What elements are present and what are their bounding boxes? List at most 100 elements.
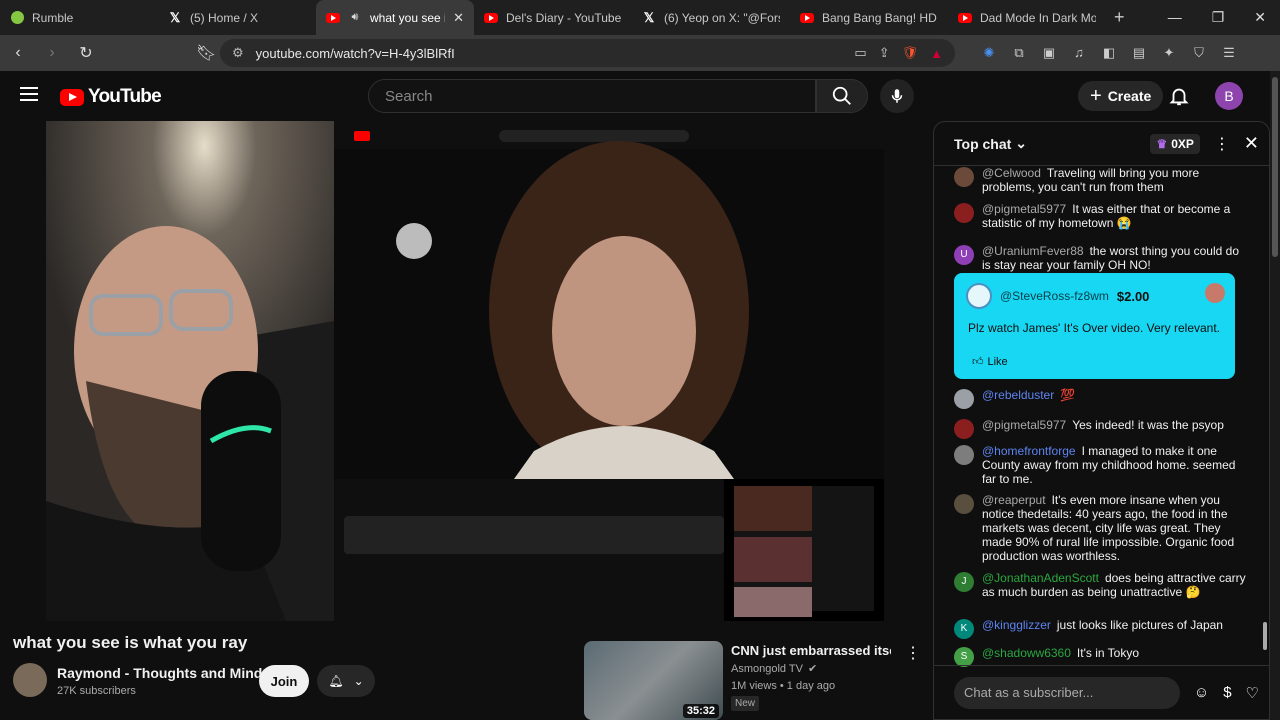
chat-author[interactable]: @reaperput [982, 493, 1046, 507]
chat-author[interactable]: @kingglizzer [982, 618, 1051, 632]
create-button[interactable]: + Create [1078, 81, 1164, 111]
emoji-icon[interactable]: ☺ [1194, 684, 1209, 701]
join-button[interactable]: Join [259, 665, 309, 697]
screenshot-icon[interactable]: ▣ [1041, 45, 1057, 61]
chat-author[interactable]: @rebelduster [982, 388, 1054, 402]
browser-tab[interactable]: 𝕏 (5) Home / X [158, 0, 316, 35]
crown-icon: ♛ [1156, 136, 1168, 151]
more-options-icon[interactable]: ⋮ [1214, 134, 1230, 154]
xp-value: 0XP [1171, 136, 1194, 151]
search-input[interactable] [385, 87, 799, 105]
omnibox[interactable]: ⚙︎ youtube.com/watch?v=H-4y3lBlRfI ▭ ⇪ 🛡… [220, 39, 955, 67]
extension-icon[interactable]: ✺ [981, 45, 997, 61]
chat-author[interactable]: @JonathanAdenScott [982, 571, 1099, 585]
search-button[interactable] [816, 79, 868, 113]
video-title: what you see is what you ray [13, 633, 248, 652]
vpn-icon[interactable]: ⛉ [1191, 45, 1207, 61]
share-icon[interactable]: ⇪ [879, 45, 890, 61]
chat-scrollbar-thumb[interactable] [1263, 622, 1267, 650]
chat-message: @homefrontforge I managed to make it one … [954, 444, 1250, 486]
super-chat-icon[interactable]: $ [1223, 684, 1231, 701]
reload-icon[interactable]: ↻ [76, 43, 96, 63]
close-tab-icon[interactable]: ✕ [453, 10, 464, 26]
tab-title: (5) Home / X [190, 10, 259, 25]
chat-author[interactable]: @shadoww6360 [982, 646, 1071, 660]
channel-name[interactable]: Raymond - Thoughts and Mind [57, 665, 262, 681]
address-bar: ‹ › ↻ 🔖︎ ⚙︎ youtube.com/watch?v=H-4y3lBl… [0, 35, 1280, 71]
chat-avatar[interactable] [954, 494, 974, 514]
sidebar-icon[interactable]: ◧ [1101, 45, 1117, 61]
browser-tab[interactable]: 𝕏 (6) Yeop on X: "@Forsaken [632, 0, 790, 35]
hamburger-menu-icon[interactable] [20, 87, 38, 101]
chat-avatar[interactable]: K [954, 619, 974, 639]
video-player[interactable] [46, 121, 884, 621]
tab-title: what you see is wh [370, 10, 445, 25]
chat-text: Yes indeed! it was the psyop [1072, 418, 1224, 432]
leo-icon[interactable]: ✦ [1161, 45, 1177, 61]
puzzle-icon[interactable]: ⧉ [1011, 45, 1027, 61]
browser-tab-active[interactable]: 🔊︎ what you see is wh ✕ [316, 0, 474, 35]
youtube-logo[interactable]: YouTube [60, 86, 162, 108]
site-info-icon[interactable]: ⚙︎ [232, 45, 244, 61]
chat-scrollbar[interactable] [1261, 170, 1267, 660]
speaker-icon[interactable]: 🔊︎ [348, 11, 362, 25]
cast-icon[interactable]: ▭ [854, 45, 866, 61]
chat-message: @reaperput It's even more insane when you… [954, 493, 1250, 563]
chat-avatar[interactable] [954, 389, 974, 409]
voice-search-button[interactable] [880, 79, 914, 113]
chat-avatar[interactable] [954, 419, 974, 439]
browser-tab[interactable]: Bang Bang Bang! HD - You [790, 0, 948, 35]
wallet-icon[interactable]: ▤ [1131, 45, 1147, 61]
bookmark-icon[interactable]: 🔖︎ [196, 43, 216, 63]
recommended-channel[interactable]: Asmongold TV [731, 663, 803, 675]
search-icon [832, 86, 851, 105]
page-scrollbar[interactable] [1270, 71, 1280, 720]
chat-avatar[interactable]: J [954, 572, 974, 592]
chat-text: 💯 [1060, 388, 1076, 402]
heart-icon[interactable]: ♡ [1246, 684, 1259, 702]
tab-title: Del's Diary - YouTube [506, 10, 622, 25]
chat-message: S @shadoww6360 It's in Tokyo [954, 646, 1250, 667]
browser-tab[interactable]: Del's Diary - YouTube [474, 0, 632, 35]
forward-icon[interactable]: › [42, 44, 62, 62]
brave-shield-icon[interactable]: 🛡︎ [902, 45, 919, 61]
screen-share-image [334, 121, 884, 621]
chat-mode-selector[interactable]: Top chat ⌄ [954, 135, 1027, 152]
xp-badge[interactable]: ♛ 0XP [1150, 133, 1200, 154]
tab-title: Rumble [32, 10, 74, 25]
back-icon[interactable]: ‹ [8, 44, 28, 62]
chat-input[interactable] [964, 685, 1170, 700]
youtube-icon [484, 11, 498, 25]
browser-tab[interactable]: Rumble [0, 0, 158, 35]
browser-tab[interactable]: Dad Mode In Dark Mode [948, 0, 1106, 35]
rumble-icon [10, 11, 24, 25]
music-icon[interactable]: ♫ [1071, 45, 1087, 61]
chat-input-field[interactable] [954, 676, 1180, 709]
search-box[interactable] [368, 79, 816, 113]
new-tab-icon[interactable]: + [1114, 7, 1125, 28]
maximize-icon[interactable]: ❐ [1212, 9, 1225, 26]
close-chat-icon[interactable]: ✕ [1244, 133, 1259, 154]
menu-icon[interactable]: ☰ [1221, 45, 1237, 61]
chat-avatar[interactable]: S [954, 647, 974, 667]
more-options-icon[interactable]: ⋮ [905, 643, 921, 663]
brave-rewards-icon[interactable]: ▲ [930, 46, 943, 61]
notifications-button[interactable] [1168, 84, 1190, 113]
recommended-thumbnail[interactable]: 35:32 [584, 641, 723, 720]
chat-author[interactable]: @pigmetal5977 [982, 418, 1066, 432]
video-duration: 35:32 [682, 704, 719, 718]
recommended-title[interactable]: CNN just embarrassed itself.. [731, 643, 891, 658]
account-avatar[interactable]: B [1215, 82, 1243, 110]
chat-avatar[interactable] [954, 445, 974, 465]
close-window-icon[interactable]: ✕ [1254, 9, 1266, 26]
subscribe-bell-button[interactable]: 🔔︎ ⌄ [317, 665, 375, 697]
youtube-header: YouTube + Create B [0, 71, 1280, 121]
chat-message: @rebelduster 💯 [954, 388, 1250, 409]
page-scrollbar-thumb[interactable] [1272, 77, 1278, 257]
url-text[interactable]: youtube.com/watch?v=H-4y3lBlRfI [256, 46, 843, 61]
new-badge: New [731, 696, 760, 711]
channel-avatar[interactable] [13, 663, 47, 697]
chat-author[interactable]: @homefrontforge [982, 444, 1076, 458]
subscriber-count: 27K subscribers [57, 685, 136, 697]
minimize-icon[interactable]: — [1168, 9, 1182, 26]
